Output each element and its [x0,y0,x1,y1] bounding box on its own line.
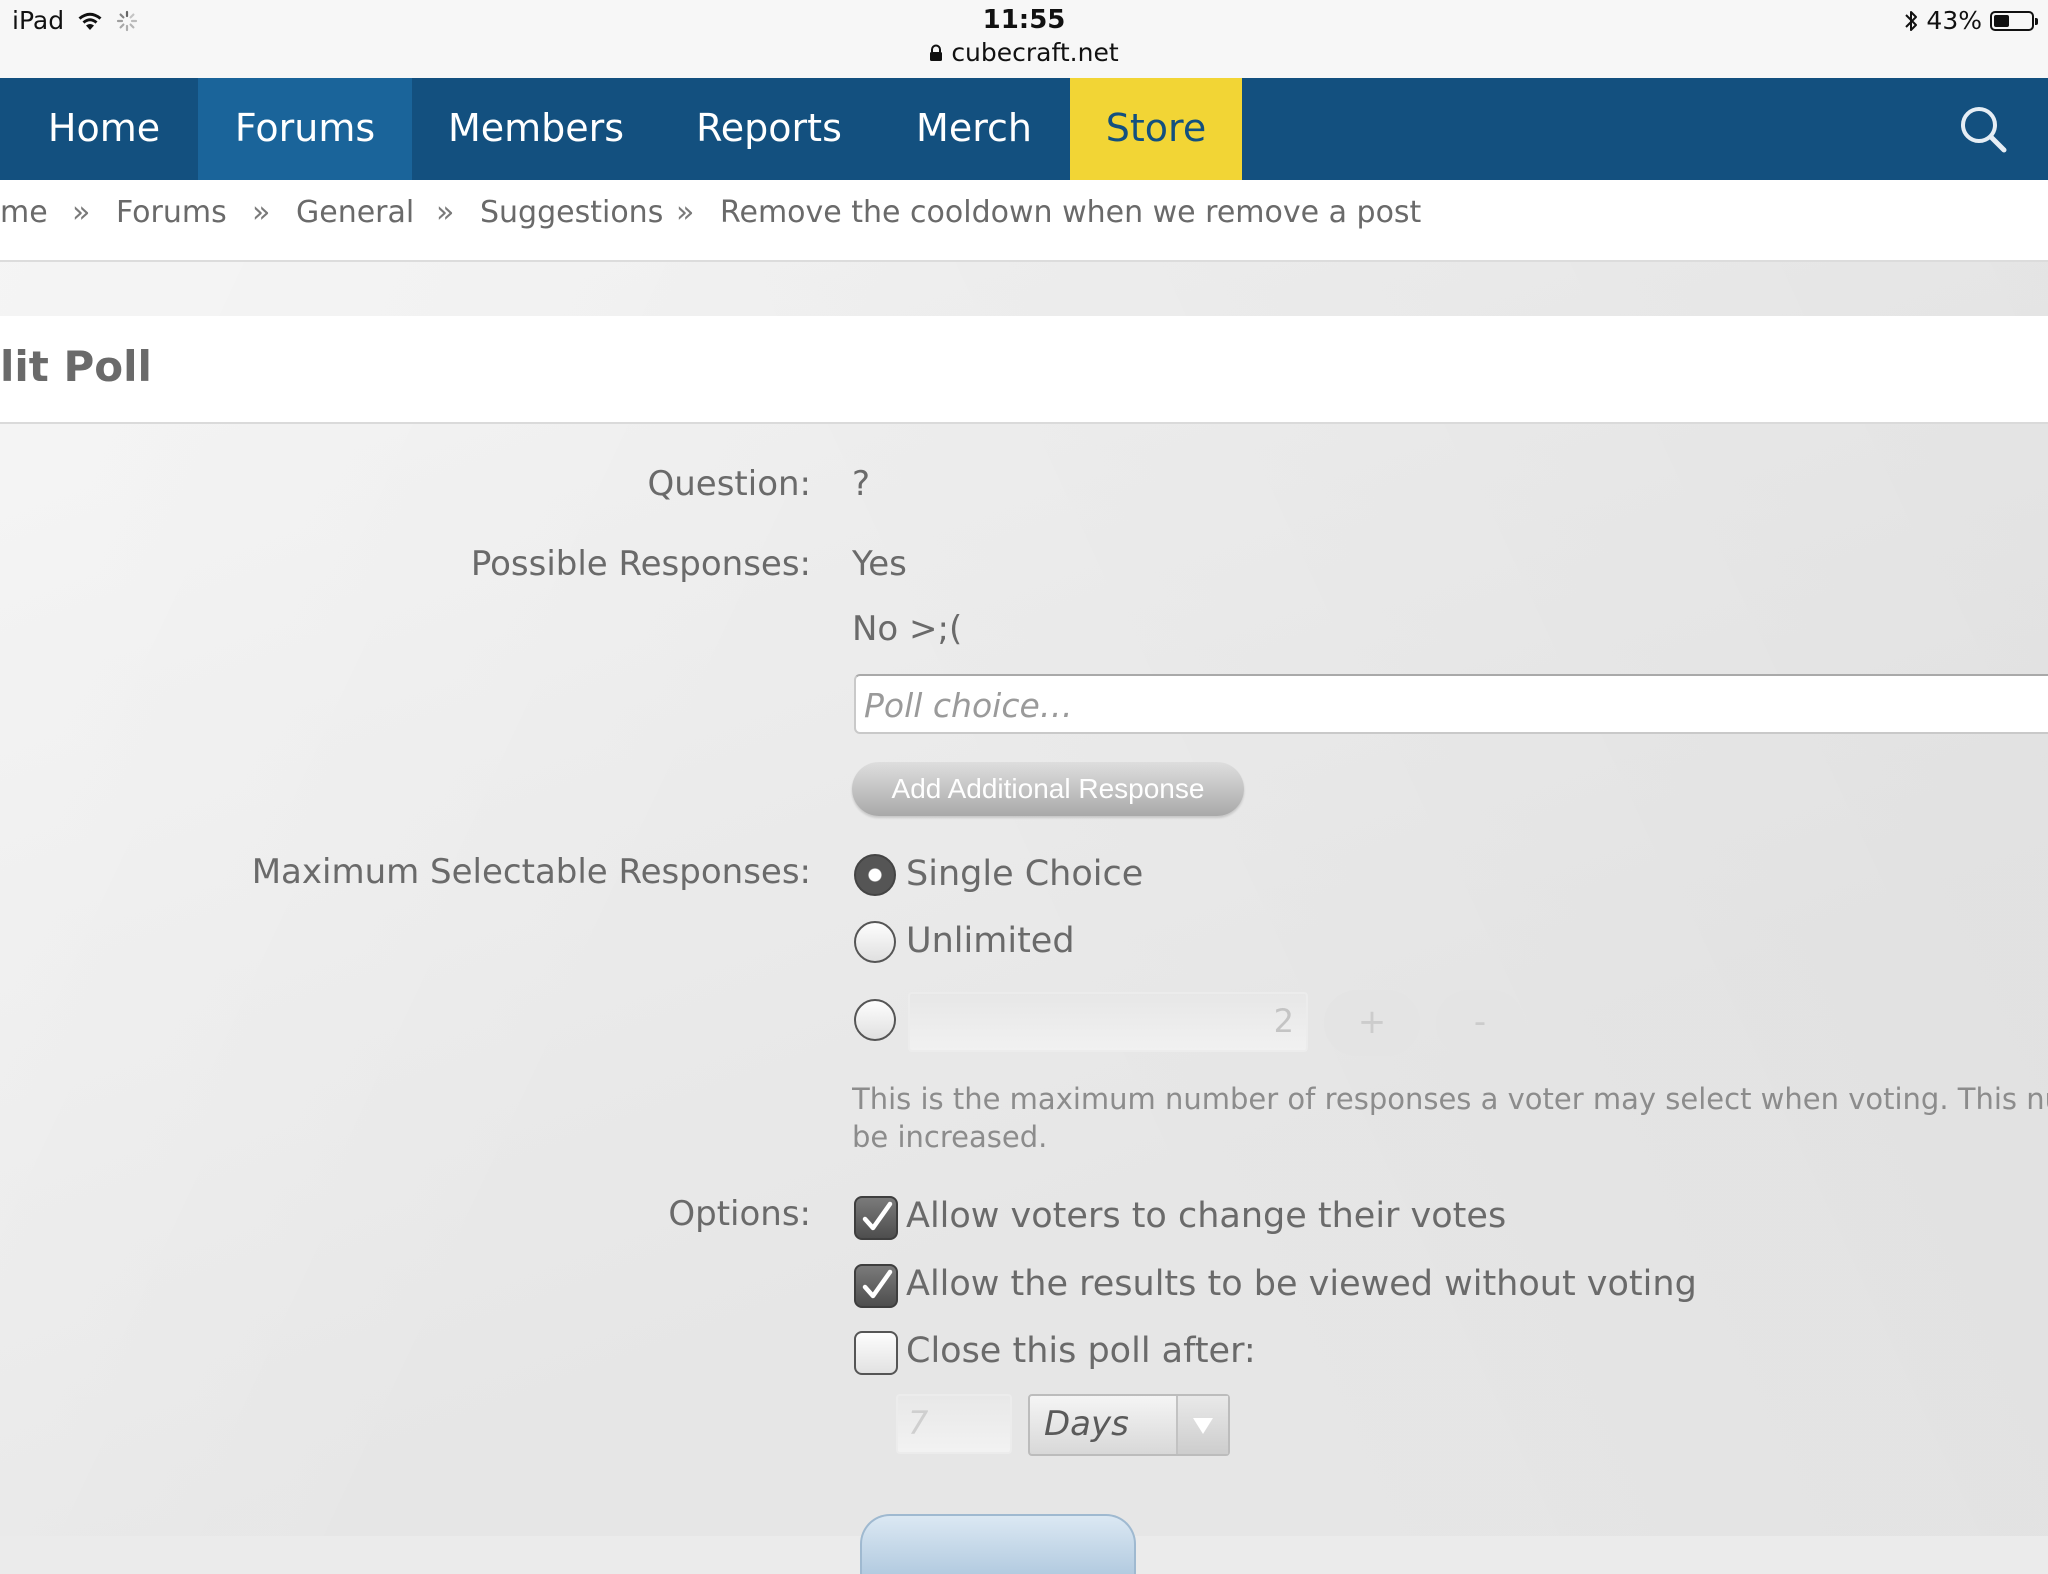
nav-home[interactable]: Home [0,78,208,180]
nav-forums[interactable]: Forums [198,78,412,180]
view-results-label[interactable]: Allow the results to be viewed without v… [906,1264,1697,1304]
max-responses-help-text: This is the maximum number of responses … [852,1080,2048,1156]
main-nav: Home Forums Members Reports Merch Store [0,78,2048,180]
lock-icon [930,44,943,61]
close-poll-label[interactable]: Close this poll after: [906,1331,1256,1371]
question-label: Question: [647,464,811,504]
breadcrumb-suggestions[interactable]: Suggestions [480,188,663,238]
single-choice-radio[interactable] [854,854,896,896]
checkmark-icon [862,1269,893,1299]
chevron-down-icon [1176,1396,1228,1454]
breadcrumb-separator: » [676,195,695,230]
close-after-unit-value: Days [1044,1404,1129,1444]
change-votes-checkbox[interactable] [854,1196,898,1240]
breadcrumb-general[interactable]: General [296,188,414,238]
response-item: No >;( [852,609,963,649]
page-title: lit Poll [0,342,152,391]
bluetooth-icon [1905,10,1918,31]
nav-store[interactable]: Store [1070,78,1242,180]
status-right: 43% [1904,6,2038,35]
nav-merch[interactable]: Merch [878,78,1070,180]
unlimited-label[interactable]: Unlimited [906,921,1075,961]
unlimited-radio[interactable] [854,921,896,963]
url-text: cubecraft.net [951,38,1119,67]
search-icon[interactable] [1956,102,2010,156]
help-line: This is the maximum number of responses … [852,1082,2048,1116]
breadcrumb-separator: » [436,195,455,230]
edit-poll-form: Question: ? Possible Responses: Yes No >… [0,424,2048,1574]
nav-reports[interactable]: Reports [660,78,878,180]
breadcrumb-home[interactable]: me [0,188,48,238]
single-choice-label[interactable]: Single Choice [906,854,1143,894]
battery-percent: 43% [1926,6,1982,35]
close-after-unit-select[interactable]: Days [1028,1394,1230,1456]
question-value: ? [852,464,871,504]
help-line: be increased. [852,1120,1048,1154]
custom-limit-radio[interactable] [854,999,896,1041]
close-poll-checkbox[interactable] [854,1331,898,1375]
breadcrumb-separator: » [72,195,91,230]
battery-level [1994,14,2009,27]
status-bar: iPad 11:55 cubecraft.net 43% [0,0,2048,78]
responses-label: Possible Responses: [470,544,811,584]
response-item: Yes [852,544,907,584]
increment-button[interactable]: + [1324,990,1420,1056]
battery-icon [1990,10,2038,31]
breadcrumb-forums[interactable]: Forums [116,188,227,238]
save-button[interactable] [860,1514,1136,1574]
close-after-number-input[interactable]: 7 [896,1394,1012,1454]
address-bar[interactable]: cubecraft.net [0,38,2048,67]
checkmark-icon [862,1201,893,1231]
status-time: 11:55 [982,5,1066,35]
breadcrumb-separator: » [252,195,271,230]
add-response-button[interactable]: Add Additional Response [852,762,1244,816]
breadcrumb-current-thread[interactable]: Remove the cooldown when we remove a pos… [720,188,1421,238]
nav-members[interactable]: Members [412,78,660,180]
change-votes-label[interactable]: Allow voters to change their votes [906,1196,1506,1236]
max-responses-label: Maximum Selectable Responses: [251,852,811,892]
options-label: Options: [668,1194,811,1234]
max-responses-number-input[interactable]: 2 [908,992,1308,1052]
breadcrumb: me » Forums » General » Suggestions » Re… [0,180,2048,262]
view-results-checkbox[interactable] [854,1264,898,1308]
poll-choice-input[interactable]: Poll choice… [854,674,2048,734]
title-bar: lit Poll [0,316,2048,424]
decrement-button[interactable]: - [1436,990,1524,1056]
